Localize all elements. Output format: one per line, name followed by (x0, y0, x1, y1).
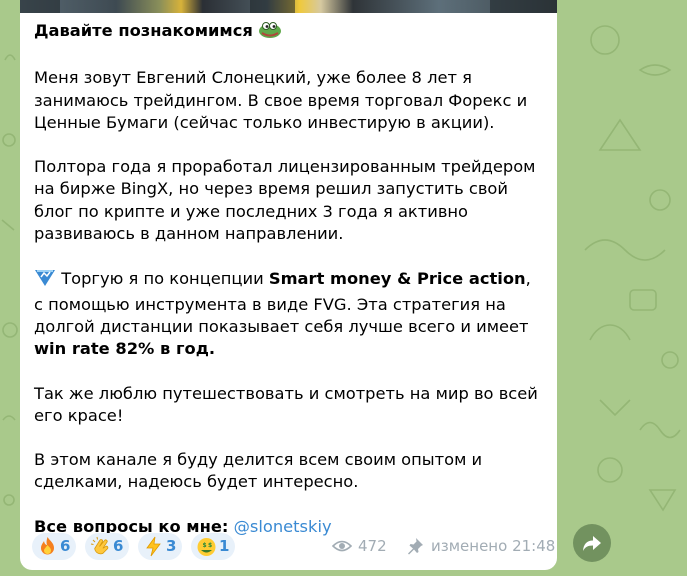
reaction-fire[interactable]: 6 (32, 533, 76, 560)
fire-icon (41, 537, 54, 555)
views-count: 472 (358, 537, 387, 555)
edited-time: изменено 21:48 (431, 533, 555, 560)
message-time: 21:48 (512, 537, 556, 555)
message-photo[interactable] (20, 0, 557, 13)
strategy-bold-1: Smart money & Price action (268, 269, 526, 289)
money-face-icon: $ $ (197, 538, 216, 556)
share-button[interactable] (573, 524, 611, 562)
reaction-clap[interactable]: 6 (85, 533, 129, 560)
paragraph-strategy: Торгую я по концепции Smart money & Pric… (34, 267, 544, 360)
pin-icon (408, 538, 423, 555)
reaction-lightning[interactable]: 3 (138, 533, 182, 560)
paragraph-intro: Меня зовут Евгений Слонецкий, уже более … (34, 68, 528, 132)
edited-label: изменено (431, 537, 508, 555)
message-footer: 6 6 3 $ $ 1 472 изменено 21:48 (32, 533, 555, 560)
pepe-frog-emoji (258, 19, 282, 45)
reaction-money-face-count: 1 (219, 537, 230, 555)
svg-text:$: $ (203, 542, 207, 549)
reaction-lightning-count: 3 (166, 537, 177, 555)
paragraph-travel: Так же люблю путешествовать и смотреть н… (34, 383, 538, 425)
chart-emoji (34, 267, 56, 293)
paragraph-channel: В этом канале я буду делится всем своим … (34, 450, 483, 492)
share-arrow-icon (583, 536, 601, 551)
lightning-icon (146, 536, 161, 557)
message-text: Давайте познакомимся Меня зовут Евгений … (34, 19, 544, 560)
svg-text:$: $ (208, 542, 212, 549)
reaction-clap-count: 6 (113, 537, 124, 555)
message-title: Давайте познакомимся (34, 21, 253, 40)
strategy-bold-2: win rate 82% в год. (34, 339, 216, 359)
message-title-line: Давайте познакомимся (34, 19, 544, 45)
reaction-fire-count: 6 (60, 537, 71, 555)
strategy-text-1: Торгую я по концепции (61, 269, 269, 289)
eye-icon (332, 540, 352, 552)
clapping-hands-icon (90, 536, 109, 555)
paragraph-experience: Полтора года я проработал лицензированны… (34, 157, 536, 244)
message-bubble: Давайте познакомимся Меня зовут Евгений … (20, 0, 557, 570)
reaction-money-face[interactable]: $ $ 1 (191, 533, 235, 560)
